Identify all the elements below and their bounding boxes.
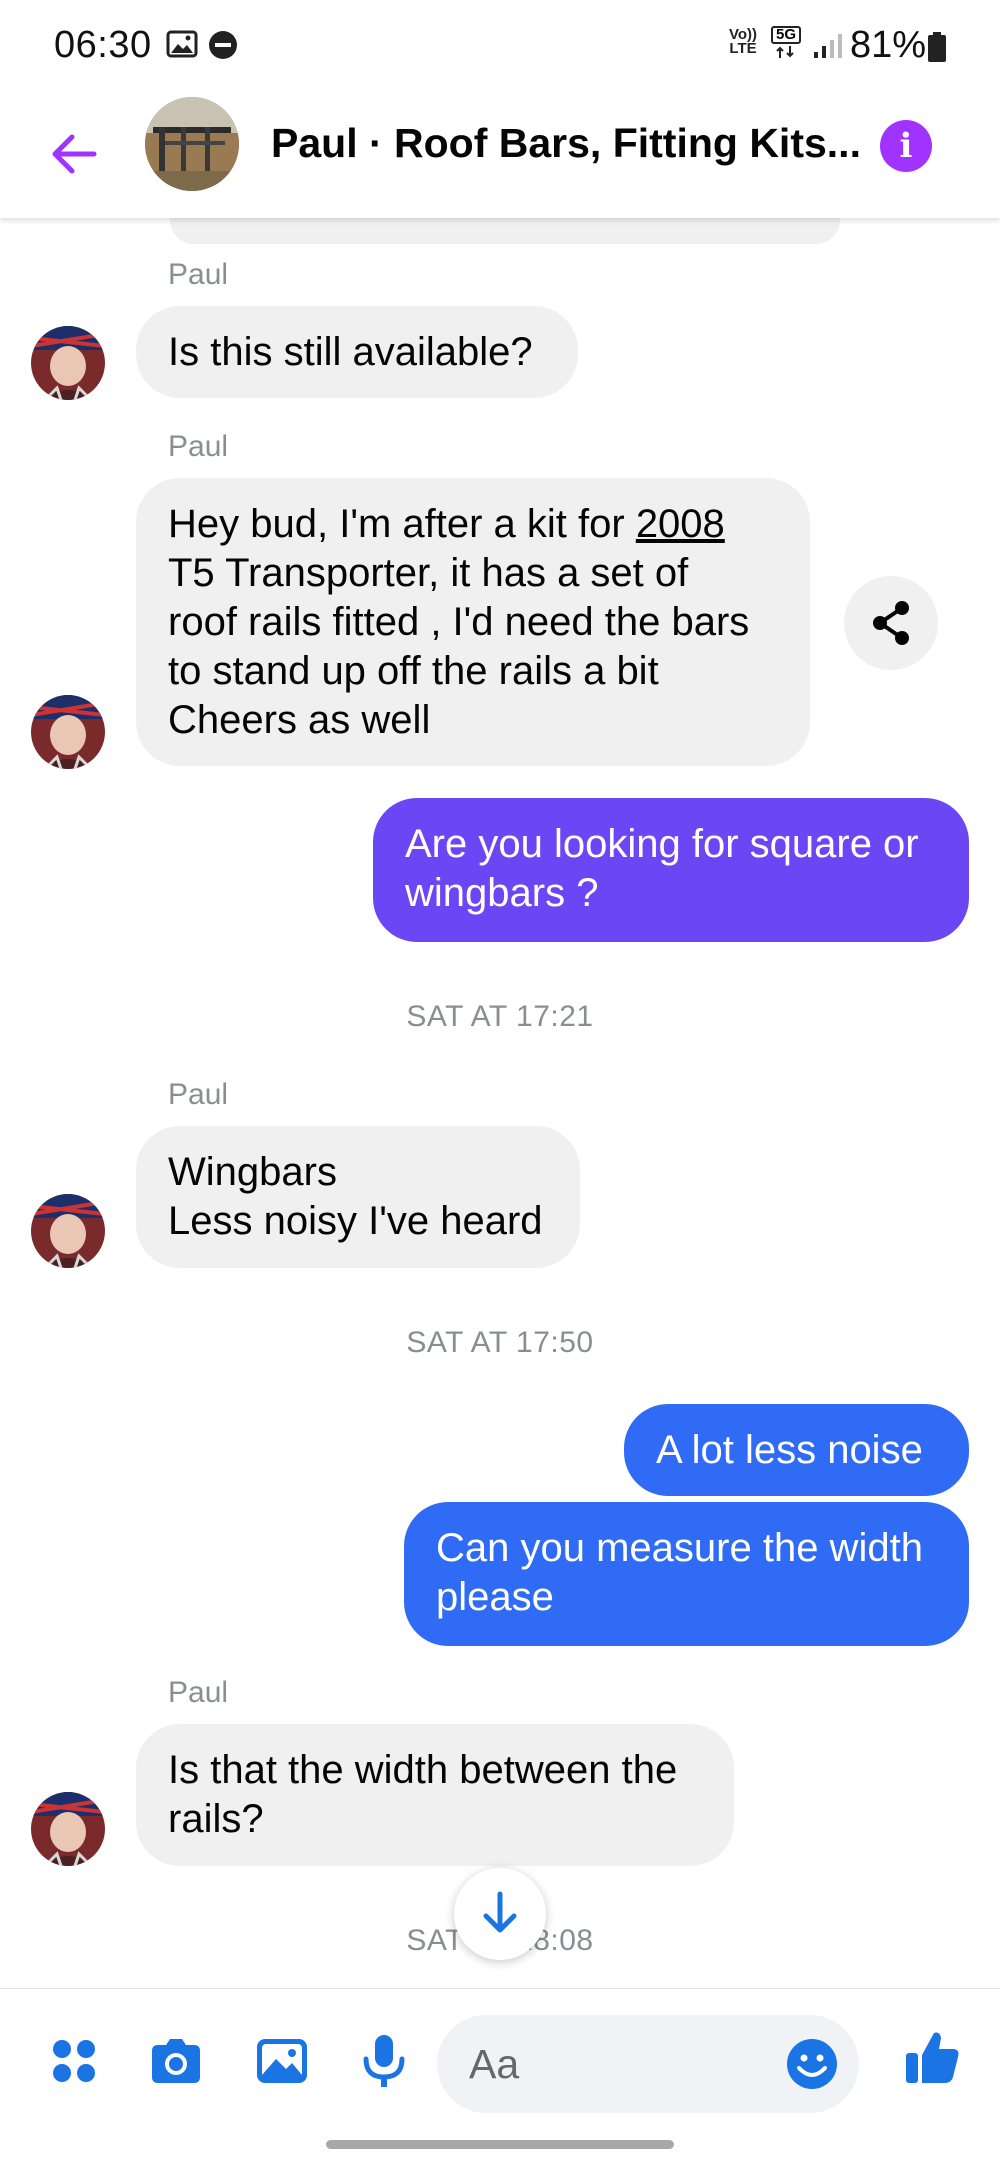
do-not-disturb-icon	[209, 31, 237, 59]
message-text: Is that the width between the	[168, 1748, 678, 1792]
camera-icon[interactable]	[146, 2031, 206, 2091]
status-time: 06:30	[54, 24, 152, 66]
avatar[interactable]	[31, 695, 105, 769]
share-icon[interactable]	[844, 576, 938, 670]
message-text: roof rails fitted , I'd need the bars	[168, 600, 750, 644]
message-text: Can you measure the width	[436, 1526, 923, 1570]
incoming-message-bubble[interactable]: Is this still available?	[136, 306, 578, 398]
gallery-icon	[166, 30, 198, 58]
message-text: to stand up off the rails a bit	[168, 649, 659, 693]
conversation-header: Paul · Roof Bars, Fitting Kits... i	[0, 92, 1000, 218]
status-bar: 06:30 Vo)) LTE 5G 81%	[0, 0, 1000, 92]
incoming-message-bubble[interactable]: Is that the width between the rails?	[136, 1724, 734, 1866]
microphone-icon[interactable]	[354, 2031, 414, 2091]
paul-avatar-image	[31, 1194, 105, 1268]
message-text: Cheers as well	[168, 698, 431, 742]
avatar[interactable]	[31, 1792, 105, 1866]
paul-avatar-image	[31, 1792, 105, 1866]
sender-name: Paul	[168, 430, 229, 463]
paul-avatar-image	[31, 326, 105, 400]
timestamp: SAT AT 17:21	[406, 1000, 594, 1033]
avatar[interactable]	[31, 326, 105, 400]
incoming-message-bubble[interactable]: Hey bud, I'm after a kit for 2008 T5 Tra…	[136, 478, 810, 766]
timestamp: SAT AT 17:50	[406, 1326, 594, 1359]
paul-avatar-image	[31, 695, 105, 769]
sender-name: Paul	[168, 1676, 229, 1709]
message-text: rails?	[168, 1797, 264, 1841]
message-input-placeholder: Aa	[469, 2041, 520, 2087]
outgoing-message-bubble[interactable]: Can you measure the width please	[404, 1502, 969, 1646]
message-text: Are you looking for square or	[405, 822, 919, 866]
thumbs-up-icon[interactable]	[900, 2025, 964, 2089]
message-text: Hey bud, I'm after a kit for 2008	[168, 500, 778, 549]
message-text: T5 Transporter, it has a set of	[168, 551, 689, 595]
message-composer: Aa	[0, 1988, 1000, 2128]
info-icon[interactable]: i	[880, 120, 932, 172]
arrow-left-icon[interactable]	[44, 124, 104, 184]
sender-name: Paul	[168, 258, 229, 291]
conversation-avatar[interactable]	[145, 97, 239, 191]
message-text: Less noisy I've heard	[168, 1199, 543, 1243]
message-text-part: Hey bud, I'm after a kit for 2008	[168, 502, 725, 546]
conversation-title[interactable]: Paul · Roof Bars, Fitting Kits...	[271, 120, 861, 167]
data-arrows-icon	[776, 46, 794, 58]
message-text: Wingbars	[168, 1150, 337, 1194]
message-text: A lot less noise	[656, 1428, 923, 1472]
message-text: wingbars ?	[405, 871, 599, 915]
scroll-down-button[interactable]	[454, 1868, 546, 1960]
outgoing-message-bubble[interactable]: A lot less noise	[624, 1404, 969, 1496]
home-indicator[interactable]	[326, 2140, 674, 2149]
arrow-down-icon	[483, 1891, 517, 1933]
message-input[interactable]: Aa	[437, 2015, 859, 2113]
network-5g-indicator: 5G	[771, 26, 801, 62]
message-list[interactable]: Paul Is this still available? Paul Hey b…	[0, 218, 1000, 1988]
network-5g-text: 5G	[771, 26, 801, 44]
battery-icon	[928, 32, 946, 62]
volte-text: Vo)) LTE	[728, 26, 758, 57]
message-text: please	[436, 1575, 554, 1619]
previous-message-bubble	[170, 218, 840, 244]
apps-icon[interactable]	[44, 2031, 104, 2091]
signal-icon	[814, 34, 842, 58]
battery-percentage: 81%	[850, 24, 927, 66]
roof-bars-photo	[145, 97, 239, 191]
image-icon[interactable]	[252, 2031, 312, 2091]
avatar[interactable]	[31, 1194, 105, 1268]
sender-name: Paul	[168, 1078, 229, 1111]
incoming-message-bubble[interactable]: Wingbars Less noisy I've heard	[136, 1126, 580, 1268]
date-link[interactable]: 2008	[636, 502, 725, 546]
emoji-icon[interactable]	[785, 2037, 839, 2091]
message-text: Is this still available?	[168, 330, 533, 374]
outgoing-message-bubble[interactable]: Are you looking for square or wingbars ?	[373, 798, 969, 942]
volte-indicator: Vo)) LTE	[728, 26, 758, 57]
